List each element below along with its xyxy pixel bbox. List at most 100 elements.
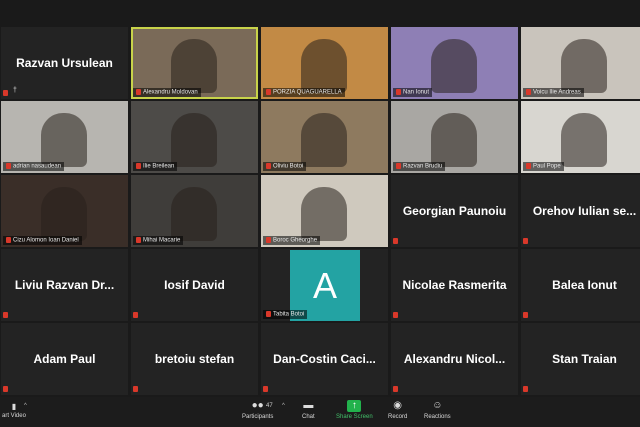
participant-video xyxy=(171,187,217,241)
share-screen-label: Share Screen xyxy=(336,414,373,420)
participant-name: Nicolae Rasmerita xyxy=(402,278,507,292)
participant-video xyxy=(561,39,607,93)
participant-label-text: Mihai Macarie xyxy=(143,238,181,244)
share-screen-button[interactable]: ↑ Share Screen xyxy=(336,400,373,420)
mic-muted-icon xyxy=(133,312,138,318)
start-video-label: art Video xyxy=(2,413,26,419)
participant-tile[interactable]: Stan Traian xyxy=(521,323,640,395)
participant-tile[interactable]: Georgian Paunoiu xyxy=(391,175,518,247)
participant-name: Liviu Razvan Dr... xyxy=(14,278,115,292)
chat-label: Chat xyxy=(302,414,315,420)
mic-muted-icon xyxy=(393,386,398,392)
mic-muted-icon xyxy=(396,163,401,170)
participant-name: Iosif David xyxy=(164,278,225,292)
participant-label-text: Tabita Botoi xyxy=(273,312,305,318)
mic-muted-icon xyxy=(266,237,271,244)
participant-tile[interactable]: Paul Pope xyxy=(521,101,640,173)
mic-muted-icon xyxy=(6,237,11,244)
mic-muted-icon xyxy=(133,386,138,392)
reactions-emoji-icon: ☺ xyxy=(432,400,443,411)
participant-tile[interactable]: Ilie Breilean xyxy=(131,101,258,173)
chat-bubble-icon: ▬ xyxy=(303,400,314,411)
participant-tile[interactable]: Voicu Ilie Andreas xyxy=(521,27,640,99)
participants-label: Participants xyxy=(242,414,274,420)
record-button[interactable]: ◉ Record xyxy=(388,400,407,420)
mic-muted-icon xyxy=(136,163,141,170)
participant-video xyxy=(41,187,87,241)
participant-video xyxy=(561,113,607,167)
chat-button[interactable]: ▬ Chat xyxy=(302,400,315,420)
participants-count: 47 xyxy=(266,403,273,409)
participant-label: Boroc Gheorghe xyxy=(263,236,321,245)
participant-tile[interactable]: Balea Ionut xyxy=(521,249,640,321)
participant-name: Dan-Costin Caci... xyxy=(273,352,376,366)
video-camera-off-icon: ▮ xyxy=(11,402,17,411)
participant-video xyxy=(431,39,477,93)
record-icon: ◉ xyxy=(393,400,403,411)
mic-muted-icon xyxy=(523,238,528,244)
participant-label: Razvan Brudiu xyxy=(393,162,446,171)
participant-tile[interactable]: PORZIA QUAGUARELLA xyxy=(261,27,388,99)
participant-name: bretoiu stefan xyxy=(154,352,235,366)
participant-video xyxy=(301,187,347,241)
reactions-button[interactable]: ☺ Reactions xyxy=(424,400,451,420)
participant-tile[interactable]: Orehov Iulian se... xyxy=(521,175,640,247)
participant-tile[interactable]: Nicolae Rasmerita xyxy=(391,249,518,321)
participant-label-text: Cizu Alomon Ioan Daniel xyxy=(13,238,79,244)
participant-label-text: Ilie Breilean xyxy=(143,164,175,170)
participant-tile[interactable]: bretoiu stefan xyxy=(131,323,258,395)
mic-muted-icon xyxy=(393,238,398,244)
mic-muted-icon xyxy=(3,386,8,392)
mic-muted-icon xyxy=(266,163,271,170)
reactions-label: Reactions xyxy=(424,414,451,420)
participant-name: Adam Paul xyxy=(33,352,96,366)
participant-name: Alexandru Nicol... xyxy=(403,352,506,366)
participant-video xyxy=(301,39,347,93)
avatar-letter: A xyxy=(312,264,337,306)
participant-label: adrian nasaudean xyxy=(3,162,65,171)
participant-label-text: Paul Pope xyxy=(533,164,561,170)
participant-tile[interactable]: Nan Ionut xyxy=(391,27,518,99)
participants-chevron-icon[interactable]: ^ xyxy=(282,403,285,409)
participant-tile[interactable]: Liviu Razvan Dr... xyxy=(1,249,128,321)
mic-muted-icon xyxy=(136,237,141,244)
participant-name: Orehov Iulian se... xyxy=(532,204,637,218)
record-label: Record xyxy=(388,414,408,420)
participant-name: Razvan Ursulean xyxy=(16,56,113,70)
participant-label-text: Oliviu Botoi xyxy=(273,164,304,170)
participant-tile[interactable]: Adam Paul xyxy=(1,323,128,395)
participant-label: Mihai Macarie xyxy=(133,236,184,245)
participant-tile[interactable]: Dan-Costin Caci... xyxy=(261,323,388,395)
mic-muted-icon xyxy=(263,386,268,392)
mic-muted-icon xyxy=(526,89,531,96)
participant-label-text: Boroc Gheorghe xyxy=(273,238,318,244)
participant-label: Paul Pope xyxy=(523,162,564,171)
mic-muted-icon xyxy=(523,312,528,318)
participant-video xyxy=(171,39,217,93)
participant-name: Balea Ionut xyxy=(552,278,617,292)
mic-muted-icon xyxy=(266,311,271,318)
participant-tile[interactable]: Mihai Macarie xyxy=(131,175,258,247)
participant-tile[interactable]: Cizu Alomon Ioan Daniel xyxy=(1,175,128,247)
mic-muted-icon xyxy=(526,163,531,170)
video-options-chevron-icon[interactable]: ^ xyxy=(24,403,27,409)
mic-muted-icon xyxy=(396,89,401,96)
participant-video xyxy=(171,113,217,167)
participant-label-text: Razvan Brudiu xyxy=(403,164,443,170)
participant-tile[interactable]: Alexandru Nicol... xyxy=(391,323,518,395)
participant-tile[interactable]: Alexandru Moldovan xyxy=(131,27,258,99)
participant-tile[interactable]: Razvan Ursulean † xyxy=(1,27,128,99)
participant-tile[interactable]: Razvan Brudiu xyxy=(391,101,518,173)
participant-tile[interactable]: adrian nasaudean xyxy=(1,101,128,173)
participant-label-text: Nan Ionut xyxy=(403,90,430,96)
mic-muted-icon xyxy=(266,89,271,96)
participant-tile[interactable]: Iosif David xyxy=(131,249,258,321)
mic-muted-icon xyxy=(6,163,11,170)
start-video-button[interactable]: ▮ art Video xyxy=(2,402,26,420)
participant-label-text: PORZIA QUAGUARELLA xyxy=(273,90,342,96)
participant-label: PORZIA QUAGUARELLA xyxy=(263,88,345,97)
participant-tile[interactable]: A Tabita Botoi xyxy=(261,249,388,321)
participant-label-text: adrian nasaudean xyxy=(13,164,62,170)
participant-tile[interactable]: Oliviu Botoi xyxy=(261,101,388,173)
participant-tile[interactable]: Boroc Gheorghe xyxy=(261,175,388,247)
